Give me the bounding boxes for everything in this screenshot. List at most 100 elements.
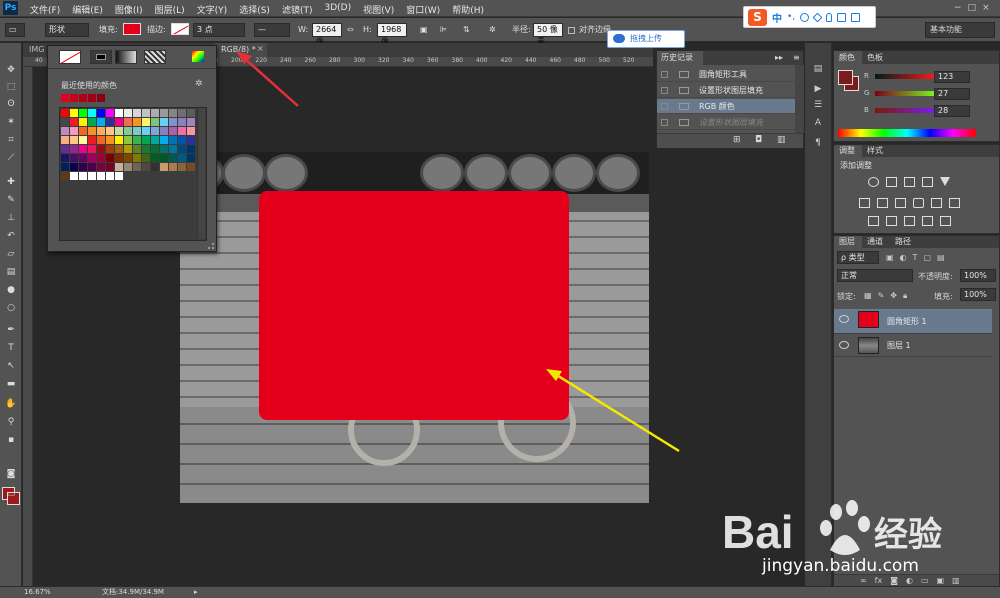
color-swatch[interactable]	[88, 136, 96, 144]
keyboard-icon[interactable]	[837, 12, 847, 22]
color-swatch[interactable]	[187, 154, 195, 162]
recent-color-swatch[interactable]	[61, 94, 69, 102]
color-swatch[interactable]	[169, 109, 177, 117]
color-swatch[interactable]	[106, 118, 114, 126]
color-swatch[interactable]	[133, 136, 141, 144]
color-swatch[interactable]	[142, 145, 150, 153]
color-swatch[interactable]	[169, 136, 177, 144]
color-swatch[interactable]	[160, 118, 168, 126]
color-swatch[interactable]	[70, 109, 78, 117]
color-swatch[interactable]	[178, 163, 186, 171]
recent-color-swatch[interactable]	[97, 94, 105, 102]
color-swatch[interactable]	[61, 136, 69, 144]
color-swatch[interactable]	[151, 163, 159, 171]
color-swatch[interactable]	[133, 127, 141, 135]
color-swatch[interactable]	[187, 145, 195, 153]
color-swatch[interactable]	[79, 145, 87, 153]
color-swatch[interactable]	[115, 136, 123, 144]
recent-color-swatch[interactable]	[88, 94, 96, 102]
color-picker-icon[interactable]	[192, 51, 204, 62]
color-swatch[interactable]	[142, 163, 150, 171]
color-swatch[interactable]	[187, 127, 195, 135]
color-swatch[interactable]	[61, 172, 69, 180]
color-swatch[interactable]	[106, 154, 114, 162]
color-swatch[interactable]	[169, 127, 177, 135]
color-swatch[interactable]	[61, 163, 69, 171]
color-swatch[interactable]	[61, 127, 69, 135]
color-swatch[interactable]	[133, 154, 141, 162]
color-swatch[interactable]	[88, 172, 96, 180]
color-swatch[interactable]	[115, 109, 123, 117]
color-swatch[interactable]	[70, 154, 78, 162]
color-swatch[interactable]	[151, 109, 159, 117]
grid-menu-icon[interactable]	[851, 12, 861, 22]
color-swatch[interactable]	[178, 109, 186, 117]
color-swatch[interactable]	[97, 136, 105, 144]
microphone-icon[interactable]	[826, 12, 833, 22]
color-swatch[interactable]	[142, 136, 150, 144]
color-swatch[interactable]	[124, 154, 132, 162]
color-swatch[interactable]	[97, 154, 105, 162]
color-swatch[interactable]	[79, 154, 87, 162]
color-swatch[interactable]	[61, 118, 69, 126]
color-swatch[interactable]	[124, 163, 132, 171]
color-swatch[interactable]	[160, 127, 168, 135]
color-swatch[interactable]	[115, 127, 123, 135]
color-swatch[interactable]	[115, 154, 123, 162]
color-swatch[interactable]	[178, 118, 186, 126]
recent-color-swatch[interactable]	[79, 94, 87, 102]
color-swatch[interactable]	[133, 118, 141, 126]
color-swatch[interactable]	[106, 136, 114, 144]
drag-upload-button[interactable]: 拖拽上传	[607, 30, 685, 48]
color-swatch[interactable]	[151, 154, 159, 162]
color-swatch[interactable]	[97, 127, 105, 135]
pattern-button[interactable]	[144, 50, 166, 64]
ime-language-toggle[interactable]: 中	[772, 10, 782, 25]
color-swatch[interactable]	[97, 109, 105, 117]
color-swatch[interactable]	[178, 154, 186, 162]
color-swatch[interactable]	[160, 145, 168, 153]
ime-punctuation-toggle[interactable]: •,	[787, 12, 795, 22]
recent-color-swatch[interactable]	[70, 94, 78, 102]
color-swatch[interactable]	[151, 127, 159, 135]
color-swatch[interactable]	[79, 109, 87, 117]
color-swatch[interactable]	[124, 109, 132, 117]
color-fg-swatch[interactable]	[838, 70, 853, 85]
swatch-scrollbar[interactable]	[197, 108, 205, 239]
color-swatch[interactable]	[124, 145, 132, 153]
color-swatch[interactable]	[160, 154, 168, 162]
color-swatch[interactable]	[61, 154, 69, 162]
color-swatch[interactable]	[88, 118, 96, 126]
color-swatch[interactable]	[79, 127, 87, 135]
color-swatch[interactable]	[133, 163, 141, 171]
color-swatch[interactable]	[97, 145, 105, 153]
color-swatch[interactable]	[115, 145, 123, 153]
color-swatch[interactable]	[70, 163, 78, 171]
color-swatch[interactable]	[70, 118, 78, 126]
color-swatch[interactable]	[88, 154, 96, 162]
color-swatch[interactable]	[160, 109, 168, 117]
color-swatch[interactable]	[61, 145, 69, 153]
color-swatch[interactable]	[169, 145, 177, 153]
color-swatch[interactable]	[133, 145, 141, 153]
emoji-icon[interactable]	[800, 12, 810, 22]
color-swatch[interactable]	[97, 172, 105, 180]
color-swatch[interactable]	[115, 118, 123, 126]
color-swatch[interactable]	[106, 109, 114, 117]
color-swatch[interactable]	[178, 136, 186, 144]
color-swatch[interactable]	[142, 154, 150, 162]
color-swatch[interactable]	[124, 136, 132, 144]
sogou-logo-icon[interactable]: S	[748, 8, 767, 26]
color-swatch[interactable]	[178, 145, 186, 153]
color-swatch[interactable]	[79, 136, 87, 144]
color-swatch[interactable]	[97, 118, 105, 126]
color-swatch[interactable]	[142, 127, 150, 135]
gear-icon[interactable]: ✲	[195, 79, 203, 89]
color-swatch[interactable]	[169, 163, 177, 171]
color-swatch[interactable]	[61, 109, 69, 117]
color-swatch[interactable]	[151, 145, 159, 153]
color-swatch[interactable]	[88, 109, 96, 117]
solid-color-button[interactable]	[90, 50, 112, 64]
color-swatch[interactable]	[151, 118, 159, 126]
color-swatch[interactable]	[106, 127, 114, 135]
